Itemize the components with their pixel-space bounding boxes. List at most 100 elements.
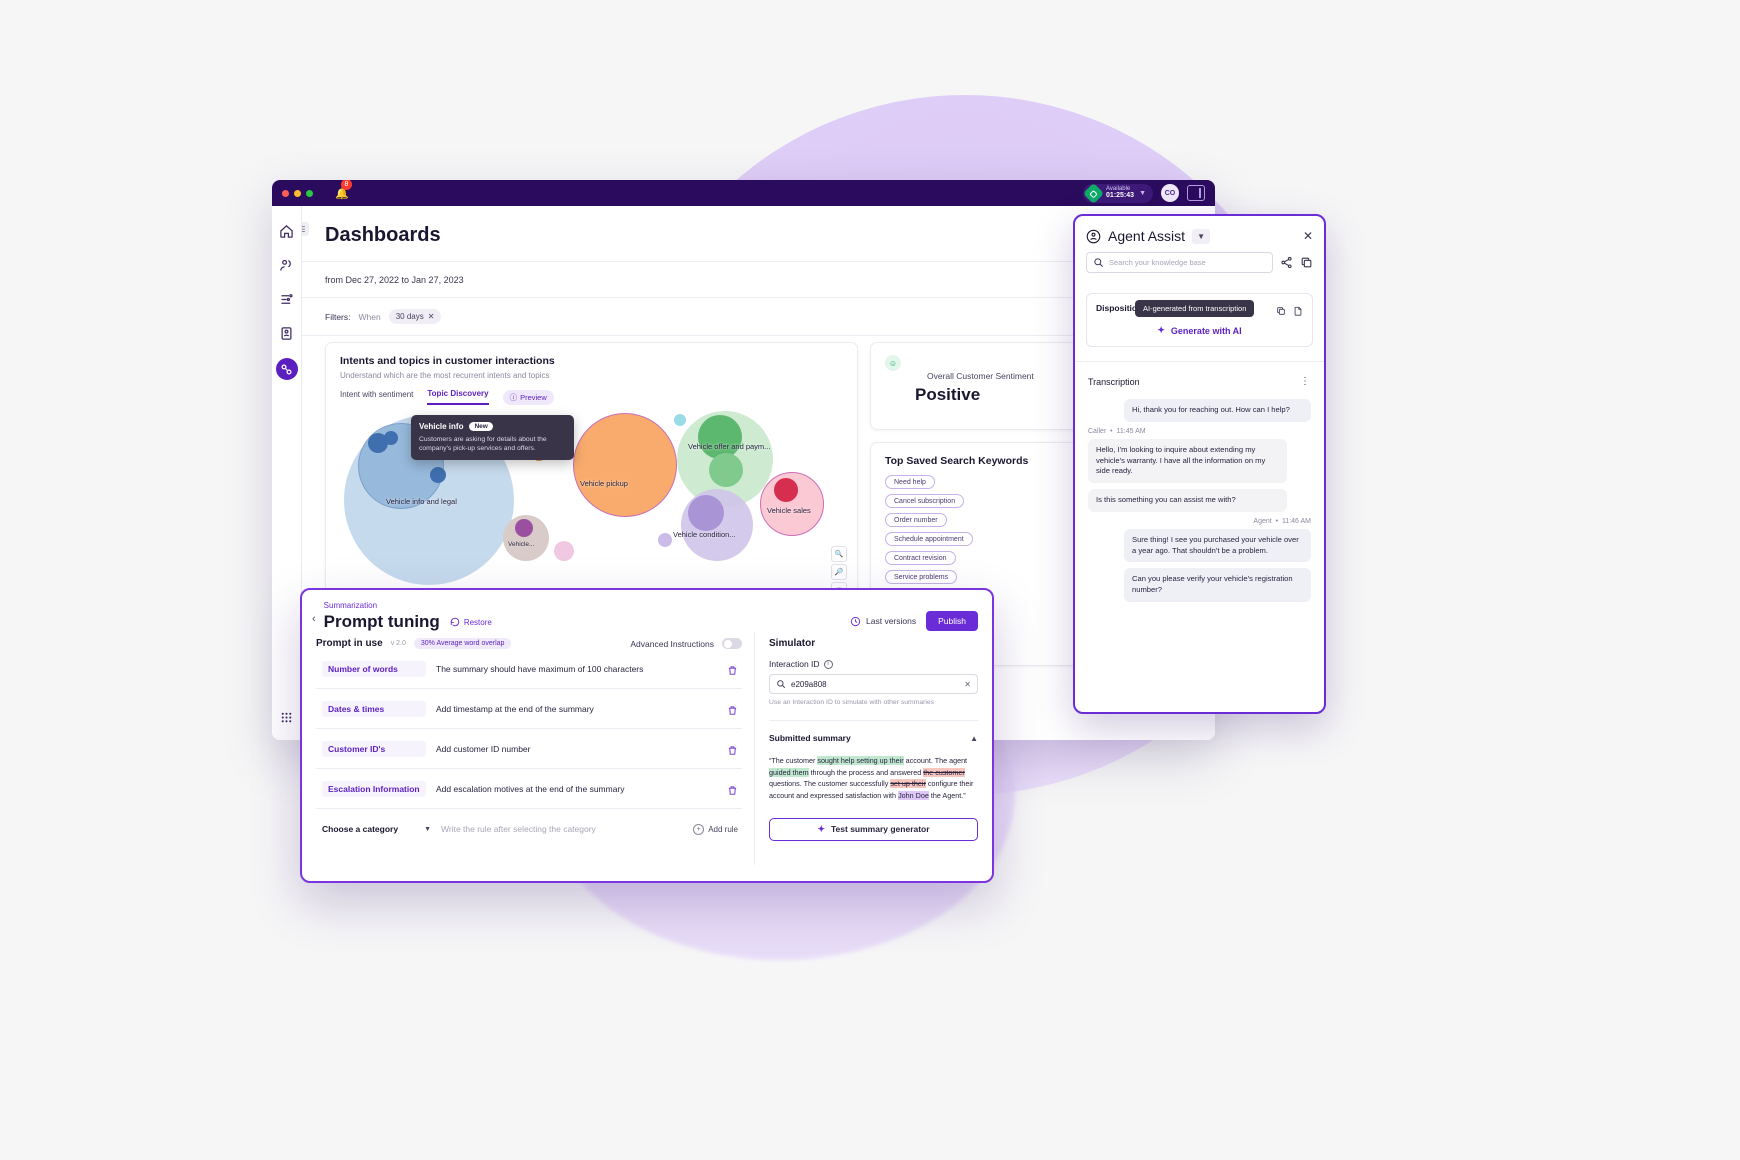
bubble-other-inner[interactable] bbox=[515, 519, 533, 537]
delete-rule-icon[interactable] bbox=[727, 743, 738, 755]
bubble-inner-3[interactable] bbox=[384, 431, 398, 445]
chat-message: Is this something you can assist me with… bbox=[1088, 489, 1287, 512]
table-row[interactable]: Number of words The summary should have … bbox=[316, 649, 742, 689]
sidebar-item-agents[interactable] bbox=[278, 256, 296, 274]
chat-speaker-label: Agent • 11:46 AM bbox=[1253, 517, 1311, 525]
agent-assist-header: Agent Assist ▼ ✕ bbox=[1075, 216, 1324, 252]
tab-intent-with-sentiment[interactable]: Intent with sentiment bbox=[340, 390, 413, 404]
bubble-inner-4[interactable] bbox=[430, 467, 446, 483]
rule-text[interactable]: Add escalation motives at the end of the… bbox=[436, 784, 727, 794]
bubble-offer-inner[interactable] bbox=[698, 415, 742, 459]
restore-icon bbox=[450, 617, 459, 627]
transcription-header: Transcription ⋮ bbox=[1075, 361, 1324, 395]
search-input[interactable]: Search your knowledge base bbox=[1086, 252, 1273, 273]
bubble-tooltip: Vehicle info New Customers are asking fo… bbox=[411, 415, 574, 461]
document-icon[interactable] bbox=[1293, 303, 1303, 316]
filter-chip-30-days[interactable]: 30 days ✕ bbox=[388, 309, 442, 324]
zoom-out-button[interactable]: 🔎 bbox=[831, 564, 847, 580]
rule-text[interactable]: The summary should have maximum of 100 c… bbox=[436, 664, 727, 674]
sidebar-item-contacts[interactable] bbox=[278, 324, 296, 342]
transcription-label: Transcription bbox=[1088, 376, 1140, 387]
chevron-down-icon[interactable]: ▼ bbox=[1192, 228, 1211, 244]
rule-text[interactable]: Add timestamp at the end of the summary bbox=[436, 704, 727, 714]
keyword-chip[interactable]: Schedule appointment bbox=[885, 532, 973, 546]
availability-status-pill[interactable]: Available 01:25:43 ▼ bbox=[1082, 182, 1153, 204]
copy-icon[interactable] bbox=[1300, 256, 1313, 269]
avatar[interactable]: CO bbox=[1161, 184, 1179, 202]
breadcrumb[interactable]: Summarization bbox=[324, 601, 492, 610]
title-row: Prompt tuning Restore bbox=[324, 612, 492, 632]
keyword-chip[interactable]: Cancel subscription bbox=[885, 494, 965, 508]
keyword-chip[interactable]: Contract revision bbox=[885, 551, 956, 565]
window-controls[interactable] bbox=[282, 189, 313, 197]
bubble-vehicle-pickup[interactable] bbox=[573, 413, 677, 517]
last-versions-button[interactable]: Last versions bbox=[850, 616, 916, 627]
sidebar-item-ai[interactable] bbox=[275, 358, 298, 380]
bubble-sales-inner[interactable] bbox=[774, 478, 798, 502]
bubble-offer-dot[interactable] bbox=[674, 414, 686, 426]
header-actions: Last versions Publish bbox=[850, 611, 978, 631]
collapse-sidebar-button[interactable]: ☰ bbox=[302, 222, 309, 236]
sidebar-item-apps[interactable] bbox=[278, 708, 296, 726]
interaction-id-input[interactable]: e209a808 ✕ bbox=[769, 674, 978, 694]
rule-name: Number of words bbox=[322, 660, 426, 677]
rule-text[interactable]: Add customer ID number bbox=[436, 744, 727, 754]
remove-filter-icon[interactable]: ✕ bbox=[428, 312, 435, 321]
delete-rule-icon[interactable] bbox=[727, 783, 738, 795]
tab-topic-discovery[interactable]: Topic Discovery bbox=[427, 389, 489, 405]
bubble-condition-inner[interactable] bbox=[688, 495, 724, 531]
add-rule-button[interactable]: + Add rule bbox=[693, 823, 738, 835]
copy-summary-icon[interactable] bbox=[1276, 303, 1286, 315]
category-select-label: Choose a category bbox=[322, 824, 399, 834]
submitted-summary-header[interactable]: Submitted summary ▲ bbox=[769, 720, 978, 743]
shortcuts-icon[interactable] bbox=[1280, 256, 1293, 269]
bubble-offer-inner2[interactable] bbox=[709, 453, 743, 487]
table-row[interactable]: Escalation Information Add escalation mo… bbox=[316, 769, 742, 809]
delete-rule-icon[interactable] bbox=[727, 703, 738, 715]
speaker-time: 11:46 AM bbox=[1281, 517, 1311, 525]
maximize-window-dot[interactable] bbox=[306, 189, 313, 197]
keyword-chip[interactable]: Service problems bbox=[885, 570, 958, 584]
rule-input-placeholder[interactable]: Write the rule after selecting the categ… bbox=[441, 824, 693, 834]
back-button[interactable]: ‹ bbox=[312, 613, 316, 625]
summary-part: through the process and answered bbox=[808, 767, 924, 777]
intents-card-title: Intents and topics in customer interacti… bbox=[340, 355, 555, 367]
screenshot-root: 🔔 8 Available 01:25:43 ▼ CO Dashboards f… bbox=[0, 0, 1740, 1160]
notifications-button[interactable]: 🔔 8 bbox=[335, 180, 352, 202]
close-window-dot[interactable] bbox=[282, 189, 289, 197]
restore-button[interactable]: Restore bbox=[450, 617, 492, 627]
publish-button[interactable]: Publish bbox=[926, 611, 978, 631]
info-icon[interactable]: i bbox=[823, 659, 833, 669]
sidebar-item-analytics[interactable] bbox=[278, 290, 296, 308]
test-summary-generator-button[interactable]: ✦ Test summary generator bbox=[769, 817, 978, 841]
generate-with-ai-button[interactable]: ✦ Generate with AI bbox=[1096, 325, 1303, 336]
summary-part: “The customer bbox=[769, 756, 818, 765]
more-options-icon[interactable]: ⋮ bbox=[1300, 376, 1311, 387]
filter-when-label: When bbox=[358, 311, 381, 322]
keyword-chip[interactable]: Order number bbox=[885, 513, 947, 527]
table-row[interactable]: Customer ID's Add customer ID number bbox=[316, 729, 742, 769]
category-select[interactable]: Choose a category ▼ bbox=[322, 824, 431, 834]
minimize-window-dot[interactable] bbox=[294, 189, 301, 197]
preview-badge: ⓘ Preview bbox=[502, 389, 554, 405]
titlebar-right-group: Available 01:25:43 ▼ CO bbox=[1082, 182, 1205, 204]
keyword-chip[interactable]: Need help bbox=[885, 475, 935, 489]
panel-toggle-icon[interactable] bbox=[1187, 185, 1205, 201]
chat-message: Hello, I'm looking to inquire about exte… bbox=[1088, 438, 1287, 484]
close-icon[interactable]: ✕ bbox=[1303, 229, 1313, 243]
chevron-up-icon[interactable]: ▲ bbox=[970, 734, 978, 743]
bubble-label-vehicle-offer: Vehicle offer and paym... bbox=[688, 442, 771, 451]
plus-icon: + bbox=[693, 823, 705, 835]
advanced-instructions-toggle[interactable] bbox=[722, 638, 742, 649]
delete-rule-icon[interactable] bbox=[727, 663, 738, 675]
bubble-small-lilac[interactable] bbox=[658, 533, 672, 547]
zoom-in-button[interactable]: 🔍 bbox=[831, 546, 847, 562]
bubble-small-pink[interactable] bbox=[554, 541, 574, 561]
chat-speaker-label: Caller • 11:45 AM bbox=[1088, 427, 1146, 435]
window-titlebar: 🔔 8 Available 01:25:43 ▼ CO bbox=[272, 180, 1215, 206]
clear-interaction-id-icon[interactable]: ✕ bbox=[964, 680, 971, 689]
agent-assist-icon bbox=[1086, 229, 1101, 244]
chevron-down-icon[interactable]: ▼ bbox=[1139, 190, 1146, 197]
sidebar-item-home[interactable] bbox=[278, 222, 296, 240]
table-row[interactable]: Dates & times Add timestamp at the end o… bbox=[316, 689, 742, 729]
